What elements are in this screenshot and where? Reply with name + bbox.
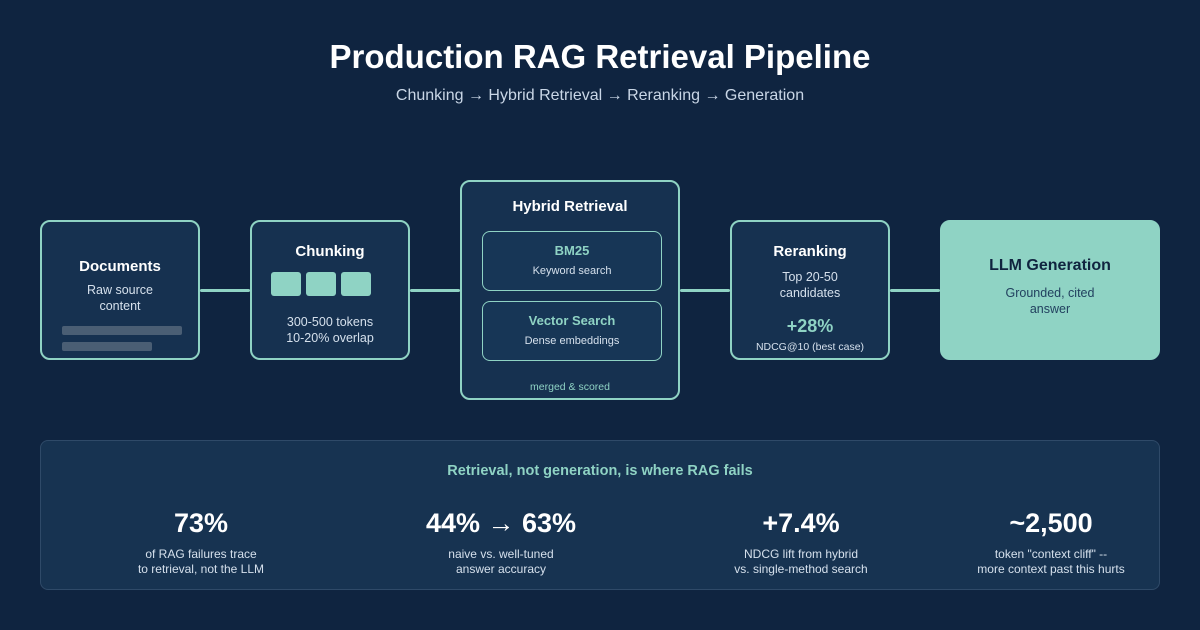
stage-documents: Documents Raw source content (40, 220, 200, 360)
reranking-stat-label: NDCG@10 (best case) (755, 341, 865, 353)
stage-chunking-text-line: 10-20% overlap (286, 331, 374, 345)
chunk-block (341, 272, 371, 296)
reranking-stat: +28% (786, 316, 834, 336)
diagram-subtitle: Chunking → Hybrid Retrieval → Reranking … (395, 87, 805, 104)
vector-search-box: Vector Search Dense embeddings (482, 301, 662, 361)
vector-search-title: Vector Search (528, 313, 616, 328)
stage-llm-generation: LLM Generation Grounded, cited answer (940, 220, 1160, 360)
metric-desc: NDCG lift from hybrid vs. single-method … (671, 547, 931, 577)
stage-reranking-text: Top 20-50 candidates (732, 269, 888, 301)
stage-documents-text: Raw source content (42, 282, 198, 314)
bm25-box: BM25 Keyword search (482, 231, 662, 291)
diagram-title: Production RAG Retrieval Pipeline (329, 38, 871, 75)
metric-desc-line: to retrieval, not the LLM (137, 562, 265, 576)
metric-desc-line: of RAG failures trace (145, 547, 257, 561)
document-line (62, 326, 182, 335)
stage-chunking: Chunking 300-500 tokens 10-20% overlap (250, 220, 410, 360)
metric-value: 44% → 63% (425, 508, 577, 538)
metric-desc-line: naive vs. well-tuned (448, 547, 554, 561)
metric-value: 73% (173, 508, 229, 538)
metric-ndcg-lift: +7.4% NDCG lift from hybrid vs. single-m… (671, 505, 931, 577)
connector-documents-chunking (200, 289, 250, 292)
stage-documents-text-line: Raw source (87, 283, 153, 297)
metric-desc: of RAG failures trace to retrieval, not … (71, 547, 331, 577)
stage-llm-text-line: Grounded, cited (1005, 286, 1095, 300)
stage-reranking: Reranking Top 20-50 candidates +28% NDCG… (730, 220, 890, 360)
stage-llm-text: Grounded, cited answer (942, 285, 1158, 317)
pipeline-diagram: Production RAG Retrieval Pipeline Chunki… (0, 0, 1200, 630)
stage-llm-title: LLM Generation (989, 257, 1111, 274)
stage-reranking-text-line: Top 20-50 (782, 270, 838, 284)
summary-heading: Retrieval, not generation, is where RAG … (447, 463, 753, 479)
metric-desc-line: NDCG lift from hybrid (743, 547, 859, 561)
metric-desc-line: answer accuracy (455, 562, 547, 576)
connector-hybrid-reranking (680, 289, 730, 292)
bm25-text: Keyword search (532, 265, 612, 277)
metric-retrieval-failures: 73% of RAG failures trace to retrieval, … (71, 505, 331, 577)
metric-desc-line: token "context cliff" -- (994, 547, 1108, 561)
connector-chunking-hybrid (410, 289, 460, 292)
hybrid-footer: merged & scored (530, 381, 610, 393)
metric-desc: naive vs. well-tuned answer accuracy (371, 547, 631, 577)
stage-chunking-text: 300-500 tokens 10-20% overlap (252, 314, 408, 346)
stage-chunking-text-line: 300-500 tokens (286, 315, 374, 329)
metric-desc-line: more context past this hurts (977, 562, 1125, 576)
stage-documents-title: Documents (79, 258, 161, 275)
stage-documents-text-line: content (99, 299, 141, 313)
connector-reranking-llm (890, 289, 940, 292)
chunk-block (306, 272, 336, 296)
metric-value: +7.4% (762, 508, 840, 538)
metric-answer-accuracy: 44% → 63% naive vs. well-tuned answer ac… (371, 505, 631, 577)
summary-panel: Retrieval, not generation, is where RAG … (40, 440, 1160, 590)
metric-value: ~2,500 (1009, 508, 1093, 538)
stage-reranking-text-line: candidates (779, 286, 841, 300)
metric-desc: token "context cliff" -- more context pa… (921, 547, 1181, 577)
chunk-block (271, 272, 301, 296)
bm25-title: BM25 (554, 243, 590, 258)
stage-reranking-title: Reranking (773, 243, 847, 260)
vector-search-text: Dense embeddings (524, 335, 620, 347)
stage-chunking-title: Chunking (295, 243, 365, 260)
metric-context-cliff: ~2,500 token "context cliff" -- more con… (921, 505, 1181, 577)
stage-hybrid-retrieval: Hybrid Retrieval BM25 Keyword search Vec… (460, 180, 680, 400)
document-line (62, 342, 152, 351)
metric-desc-line: vs. single-method search (734, 562, 868, 576)
stage-llm-text-line: answer (1029, 302, 1071, 316)
stage-hybrid-title: Hybrid Retrieval (512, 198, 628, 215)
